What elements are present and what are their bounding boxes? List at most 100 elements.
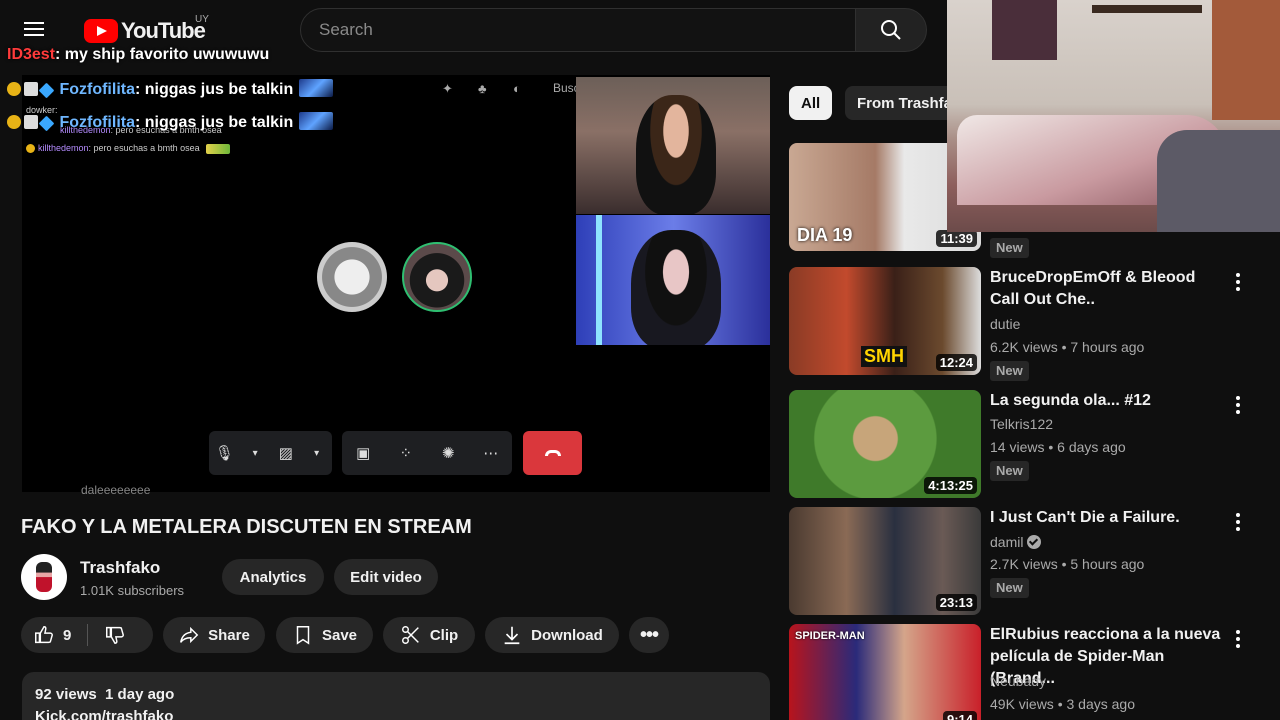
channel-name[interactable]: damil xyxy=(990,534,1042,550)
thumbs-up-icon[interactable] xyxy=(33,624,55,646)
video-thumbnail[interactable]: SMH 12:24 xyxy=(789,267,981,375)
participant-avatar xyxy=(317,242,387,312)
video-duration: 23:13 xyxy=(935,594,977,611)
channel-name[interactable]: Trashfako xyxy=(80,558,160,578)
video-title[interactable]: I Just Can't Die a Failure. xyxy=(990,507,1225,529)
edit-video-button[interactable]: Edit video xyxy=(334,559,438,595)
end-call-button[interactable] xyxy=(523,431,582,475)
more-icon: ••• xyxy=(639,623,659,646)
emote-icon xyxy=(299,112,334,130)
pin-icon[interactable]: ✦ xyxy=(442,81,453,97)
thumbnail-text: SMH xyxy=(861,346,907,367)
chat-message: Fozfofilita: niggas jus be talkin xyxy=(7,112,334,132)
like-count: 9 xyxy=(63,626,72,644)
emote-icon xyxy=(205,144,230,154)
members-icon[interactable]: ♣ xyxy=(478,81,487,96)
participant-avatar-speaking xyxy=(402,242,472,312)
sub-badge-icon xyxy=(7,115,21,129)
video-title[interactable]: BruceDropEmOff & Bleood Call Out Che.. xyxy=(990,267,1225,311)
thumbs-down-icon[interactable] xyxy=(104,624,126,646)
channel-name[interactable]: dutie xyxy=(990,316,1020,332)
chip-from-channel[interactable]: From Trashfako xyxy=(845,86,955,120)
video-meta: 6.2K views • 7 hours ago xyxy=(990,339,1145,355)
chat-message-small: killthedemon: pero esuchas a bmth osea xyxy=(26,143,230,154)
search-box[interactable] xyxy=(300,8,856,52)
badge-icon xyxy=(24,82,38,96)
clip-button[interactable]: Clip xyxy=(383,617,475,653)
new-badge: New xyxy=(990,238,1029,258)
country-code: UY xyxy=(195,14,209,25)
new-badge: New xyxy=(990,578,1029,598)
video-duration: 9:14 xyxy=(942,711,977,720)
like-dislike-group: 9 xyxy=(21,617,153,653)
views-and-date: 92 views 1 day ago xyxy=(35,686,175,703)
chat-message: ID3est: my ship favorito uwuwuwu xyxy=(7,46,270,63)
video-meta: 2.7K views • 5 hours ago xyxy=(990,556,1145,572)
screen-share-icon[interactable]: ▣ xyxy=(349,439,377,467)
help-icon[interactable]: ◐ xyxy=(513,81,521,96)
divider xyxy=(87,624,89,646)
more-options-icon[interactable] xyxy=(1232,511,1244,533)
video-duration: 12:24 xyxy=(935,354,977,371)
video-meta: 14 views • 6 days ago xyxy=(990,439,1126,455)
camera-off-icon[interactable]: ▨ xyxy=(272,439,300,467)
share-icon xyxy=(180,626,199,644)
download-button[interactable]: Download xyxy=(485,617,619,653)
video-title[interactable]: La segunda ola... #12 xyxy=(990,390,1225,412)
streamer-webcam xyxy=(947,0,1280,232)
description-link[interactable]: Kick.com/trashfako xyxy=(35,708,173,720)
bookmark-icon xyxy=(296,626,310,645)
gem-icon xyxy=(38,82,55,99)
youtube-logo[interactable]: YouTube xyxy=(84,18,206,44)
search-icon xyxy=(881,20,901,40)
audio-video-controls: 🎙 ▾ ▨ ▾ xyxy=(209,431,332,475)
badge-icon xyxy=(26,144,35,153)
save-button[interactable]: Save xyxy=(276,617,373,653)
thumbnail-text: DIA 19 xyxy=(797,225,853,245)
video-thumbnail[interactable]: 23:13 xyxy=(789,507,981,615)
chevron-down-icon[interactable]: ▾ xyxy=(303,439,331,467)
menu-button[interactable] xyxy=(24,18,64,44)
subscriber-count: 1.01K subscribers xyxy=(80,583,185,598)
new-badge: New xyxy=(990,461,1029,481)
more-options-icon[interactable] xyxy=(1232,394,1244,416)
badge-icon xyxy=(24,115,38,129)
video-thumbnail[interactable]: 4:13:25 xyxy=(789,390,981,498)
video-title: FAKO Y LA METALERA DISCUTEN EN STREAM xyxy=(21,516,472,538)
search-input[interactable] xyxy=(301,9,855,51)
logo-text: YouTube xyxy=(121,18,206,43)
verified-icon xyxy=(1027,535,1042,549)
more-icon[interactable]: ⋯ xyxy=(477,439,505,467)
analytics-button[interactable]: Analytics xyxy=(222,559,324,595)
video-thumbnail[interactable]: SPIDER-MAN 9:14 xyxy=(789,624,981,720)
activities-icon[interactable]: ⁘ xyxy=(392,439,420,467)
play-icon xyxy=(84,19,118,43)
webcam-tile-2 xyxy=(576,215,770,345)
webcam-tile-1 xyxy=(576,77,770,214)
share-button[interactable]: Share xyxy=(163,617,265,653)
channel-name[interactable]: Neubady xyxy=(990,673,1046,689)
soundboard-icon[interactable]: ✺ xyxy=(434,439,462,467)
emote-icon xyxy=(299,79,334,97)
more-actions-button[interactable]: ••• xyxy=(629,617,669,653)
scissors-icon xyxy=(401,626,419,644)
channel-avatar[interactable] xyxy=(21,554,67,600)
chip-all[interactable]: All xyxy=(789,86,833,120)
more-options-icon[interactable] xyxy=(1232,628,1244,650)
sub-badge-icon xyxy=(7,82,21,96)
call-actions: ▣ ⁘ ✺ ⋯ xyxy=(342,431,512,475)
video-duration: 11:39 xyxy=(936,230,977,247)
search-button[interactable] xyxy=(855,8,927,52)
chevron-down-icon[interactable]: ▾ xyxy=(241,439,269,467)
new-badge: New xyxy=(990,361,1029,381)
download-icon xyxy=(504,626,520,645)
hang-up-icon xyxy=(544,450,561,456)
video-meta: 49K views • 3 days ago xyxy=(990,696,1135,712)
overlay-caption: daleeeeeeee xyxy=(81,483,151,497)
more-options-icon[interactable] xyxy=(1232,271,1244,293)
video-player[interactable]: ✦ ♣ ◐ Busc 🎙 ▾ ▨ ▾ ▣ ⁘ ✺ ⋯ xyxy=(22,75,770,492)
microphone-icon[interactable]: 🎙 xyxy=(210,439,238,467)
video-duration: 4:13:25 xyxy=(924,477,977,494)
channel-name[interactable]: Telkris122 xyxy=(990,416,1053,432)
thumbnail-text: SPIDER-MAN xyxy=(795,630,865,642)
